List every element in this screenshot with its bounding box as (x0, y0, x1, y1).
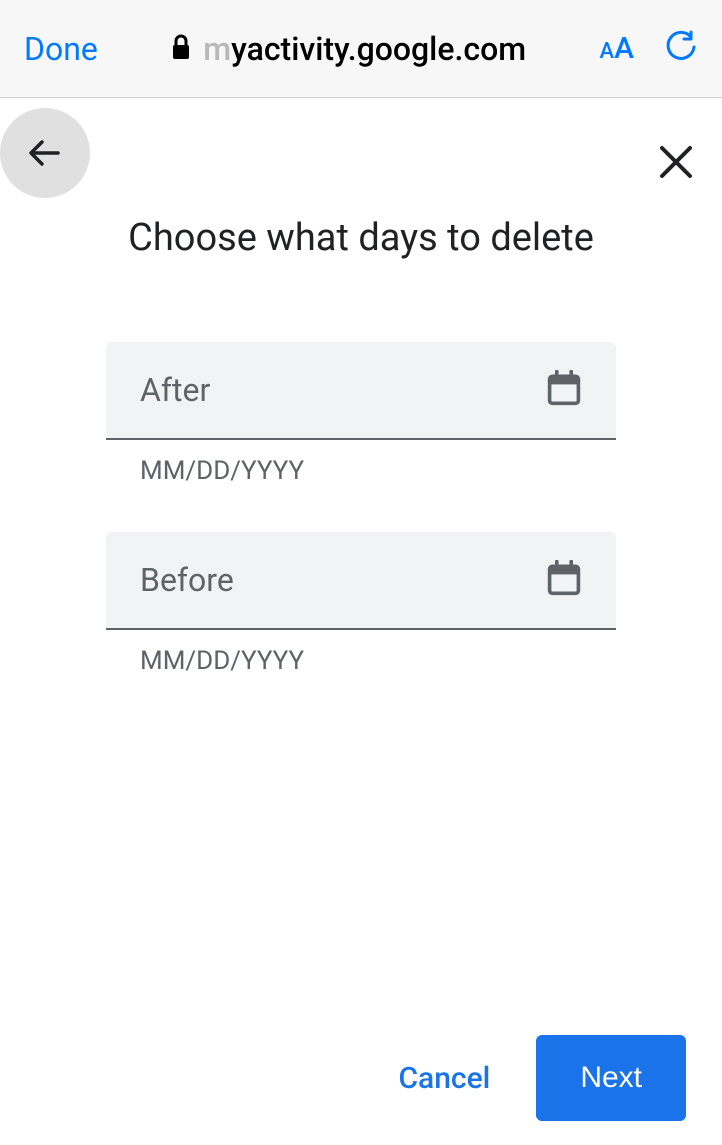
before-helper-text: MM/DD/YYYY (106, 630, 616, 676)
url-text: myactivity.google.com (203, 30, 526, 68)
main-content: Choose what days to delete After MM/DD/Y… (0, 98, 722, 1145)
before-date-group: Before MM/DD/YYYY (106, 532, 616, 676)
arrow-left-icon (24, 132, 66, 174)
after-date-group: After MM/DD/YYYY (106, 342, 616, 486)
form-section: After MM/DD/YYYY Before (0, 342, 722, 722)
after-date-input[interactable]: After (106, 342, 616, 440)
next-button[interactable]: Next (536, 1035, 686, 1121)
before-label: Before (140, 561, 234, 599)
cancel-button[interactable]: Cancel (390, 1041, 498, 1116)
after-label: After (140, 371, 210, 409)
close-button[interactable] (658, 144, 694, 184)
before-date-input[interactable]: Before (106, 532, 616, 630)
url-bar[interactable]: myactivity.google.com (118, 30, 580, 68)
lock-icon (171, 34, 191, 64)
browser-toolbar: Done myactivity.google.com AA (0, 0, 722, 98)
close-icon (658, 144, 694, 180)
back-button[interactable] (0, 108, 90, 198)
text-size-button[interactable]: AA (600, 31, 635, 66)
calendar-icon[interactable] (546, 560, 582, 600)
page-title: Choose what days to delete (0, 216, 722, 260)
calendar-icon[interactable] (546, 370, 582, 410)
dialog-header (0, 98, 722, 198)
reload-icon[interactable] (654, 30, 698, 68)
button-row: Cancel Next (390, 1035, 686, 1121)
after-helper-text: MM/DD/YYYY (106, 440, 616, 486)
done-button[interactable]: Done (24, 30, 98, 68)
